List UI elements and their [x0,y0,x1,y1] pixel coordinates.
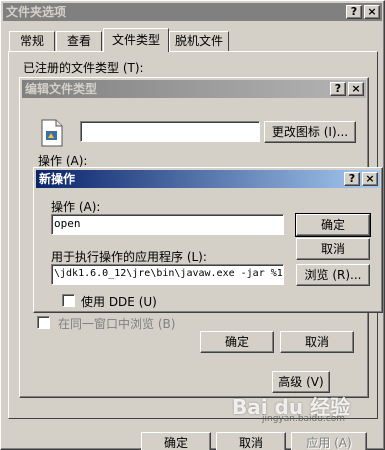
new-action-close-button[interactable]: × [362,172,378,186]
folder-options-apply-button[interactable]: 应用 (A) [291,432,367,450]
file-type-name-field[interactable] [80,121,260,142]
new-action-title: 新操作 [39,172,76,186]
tab-offline-files[interactable]: 脱机文件 [169,31,229,51]
new-action-cancel-button[interactable]: 取消 [296,238,370,260]
edit-file-type-titlebar[interactable]: 编辑文件类型 [22,80,366,98]
action-field[interactable]: open [51,214,284,235]
folder-options-help-button[interactable]: ? [346,5,362,19]
browse-same-window-checkbox[interactable] [37,316,50,329]
registered-types-label: 已注册的文件类型 (T): [23,61,144,75]
new-action-titlebar[interactable]: 新操作 [36,170,380,188]
browse-button[interactable]: 浏览 (R)... [296,264,370,286]
folder-options-close-button[interactable]: × [364,5,380,19]
advanced-button[interactable]: 高级 (V) [272,371,330,393]
new-action-help-button[interactable]: ? [344,172,360,186]
browse-same-window-label: 在同一窗口中浏览 (B) [58,317,176,331]
tab-view[interactable]: 查看 [56,31,102,51]
edit-file-type-help-button[interactable]: ? [330,82,346,96]
new-action-ok-button[interactable]: 确定 [295,213,371,237]
folder-options-ok-button[interactable]: 确定 [141,432,211,450]
edit-file-type-title: 编辑文件类型 [25,82,98,96]
tab-file-types[interactable]: 文件类型 [103,28,169,52]
folder-options-title: 文件夹选项 [6,5,67,19]
change-icon-button[interactable]: 更改图标 (I)... [264,121,356,143]
folder-options-cancel-button[interactable]: 取消 [216,432,286,450]
new-action-window: 新操作 ? × 操作 (A): open 确定 取消 用于执行操作的应用程序 (… [33,167,383,313]
tab-general[interactable]: 常规 [9,31,55,51]
edit-file-type-close-button[interactable]: × [348,82,364,96]
file-type-icon [40,119,64,147]
use-dde-label: 使用 DDE (U) [81,295,157,309]
action-label: 操作 (A): [51,200,101,214]
application-label: 用于执行操作的应用程序 (L): [51,250,207,264]
edit-file-type-ok-button[interactable]: 确定 [200,331,274,353]
use-dde-checkbox[interactable] [62,294,75,307]
edit-file-type-cancel-button[interactable]: 取消 [280,331,354,353]
baidu-watermark-url: jingyan.baidu.com [262,414,346,424]
folder-options-titlebar[interactable]: 文件夹选项 [3,3,382,21]
application-field[interactable]: \jdk1.6.0_12\jre\bin\javaw.exe -jar %1 [51,264,284,285]
